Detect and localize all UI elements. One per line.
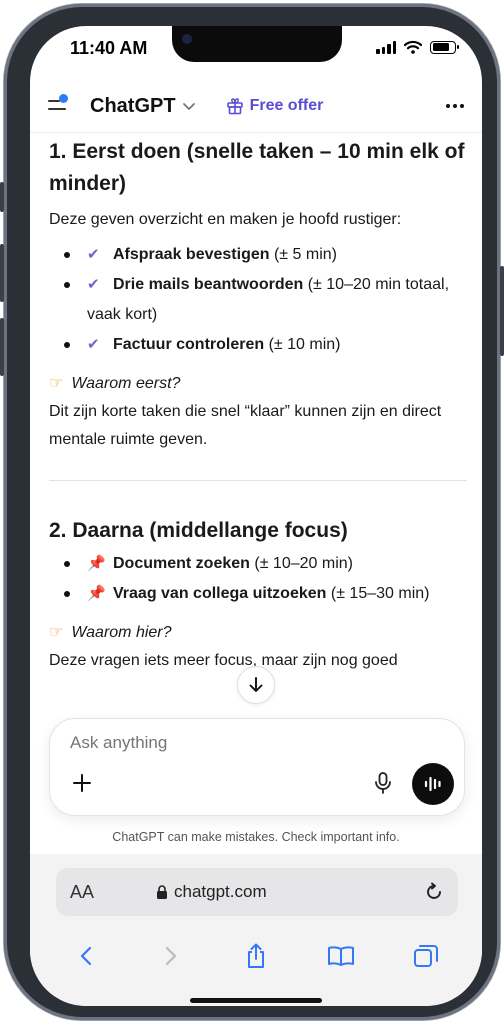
home-indicator [190,998,322,1003]
volume-up-button [0,244,4,302]
pointing-hand-icon: ☞ [49,375,64,392]
chevron-down-icon[interactable] [182,102,196,112]
front-camera [182,34,192,44]
url-display[interactable]: chatgpt.com [156,882,267,902]
free-offer-label: Free offer [249,97,324,114]
more-icon[interactable] [446,104,464,108]
task-list: 📌 Document zoeken (± 10–20 min) 📌 Vraag va… [49,549,467,609]
list-item: ✔ Factuur controleren (± 10 min) [49,330,467,360]
list-item: 📌 Vraag van collega uitzoeken (± 15–30 mi… [49,579,467,609]
task-duration: (± 10 min) [264,336,341,353]
reload-icon[interactable] [424,882,444,902]
mute-switch [0,182,4,212]
screen: 11:40 AM ChatGPT Free offer 1. Eerst doe… [30,26,482,1006]
forward-icon[interactable] [151,945,191,967]
text-size-button[interactable]: AA [70,882,94,903]
disclaimer-text: ChatGPT can make mistakes. Check importa… [112,830,400,844]
pointing-hand-icon: ☞ [49,624,64,641]
lock-icon [157,884,168,899]
app-title[interactable]: ChatGPT [90,95,176,118]
pin-icon: 📌 [87,585,106,602]
power-button [500,266,504,356]
task-name: Document zoeken [113,555,250,572]
task-name: Afspraak bevestigen [113,246,270,263]
scroll-to-bottom-button[interactable] [237,666,275,704]
url-text: chatgpt.com [174,882,267,901]
browser-toolbar [30,936,482,976]
app-header: ChatGPT Free offer [30,82,482,130]
task-duration: (± 15–30 min) [326,585,430,602]
why-label: Waarom eerst? [71,375,181,392]
bookmarks-icon[interactable] [321,945,361,967]
chat-response: 1. Eerst doen (snelle taken – 10 min elk… [49,136,467,675]
task-name: Vraag van collega uitzoeken [113,585,327,602]
menu-icon[interactable] [48,94,70,114]
why-block: ☞ Waarom eerst? Dit zijn korte taken die … [49,370,467,454]
browser-chrome: AA chatgpt.com [30,854,482,1006]
notch [172,26,342,62]
mic-icon[interactable] [372,771,394,795]
section-intro: Deze geven overzicht en maken je hoofd r… [49,211,402,228]
pin-icon: 📌 [87,555,106,572]
task-list: ✔ Afspraak bevestigen (± 5 min) ✔ Drie mai… [49,240,467,360]
why-text: Dit zijn korte taken die snel “klaar” ku… [49,403,442,448]
phone-frame: 11:40 AM ChatGPT Free offer 1. Eerst doe… [0,4,504,1020]
task-duration: (± 5 min) [269,246,337,263]
section-divider [49,480,467,481]
message-input[interactable] [70,733,370,753]
cellular-signal-icon [376,40,396,54]
task-name: Factuur controleren [113,336,265,353]
message-composer [49,718,465,816]
check-icon: ✔ [87,276,100,293]
list-item: ✔ Drie mails beantwoorden (± 10–20 min to… [49,270,467,330]
task-duration: (± 10–20 min) [249,555,353,572]
why-label: Waarom hier? [71,624,172,641]
check-icon: ✔ [87,246,100,263]
section-heading: 2. Daarna (middellange focus) [49,519,348,542]
status-time: 11:40 AM [70,38,148,58]
gift-icon [226,98,243,115]
voice-mode-button[interactable] [412,763,454,805]
arrow-down-icon [249,677,263,692]
tabs-icon[interactable] [406,944,446,968]
battery-icon [430,40,459,54]
status-icons [376,40,459,54]
voice-icon [424,776,441,792]
back-icon[interactable] [66,945,106,967]
header-divider [30,132,482,133]
list-item: ✔ Afspraak bevestigen (± 5 min) [49,240,467,270]
share-icon[interactable] [236,943,276,969]
volume-down-button [0,318,4,376]
plus-icon[interactable] [70,771,94,795]
list-item: 📌 Document zoeken (± 10–20 min) [49,549,467,579]
section-heading: 1. Eerst doen (snelle taken – 10 min elk… [49,140,465,195]
address-bar[interactable]: AA chatgpt.com [56,868,458,916]
wifi-icon [404,40,422,54]
notification-dot [59,94,68,103]
free-offer-button[interactable]: Free offer [226,97,324,115]
task-name: Drie mails beantwoorden [113,276,304,293]
check-icon: ✔ [87,336,100,353]
